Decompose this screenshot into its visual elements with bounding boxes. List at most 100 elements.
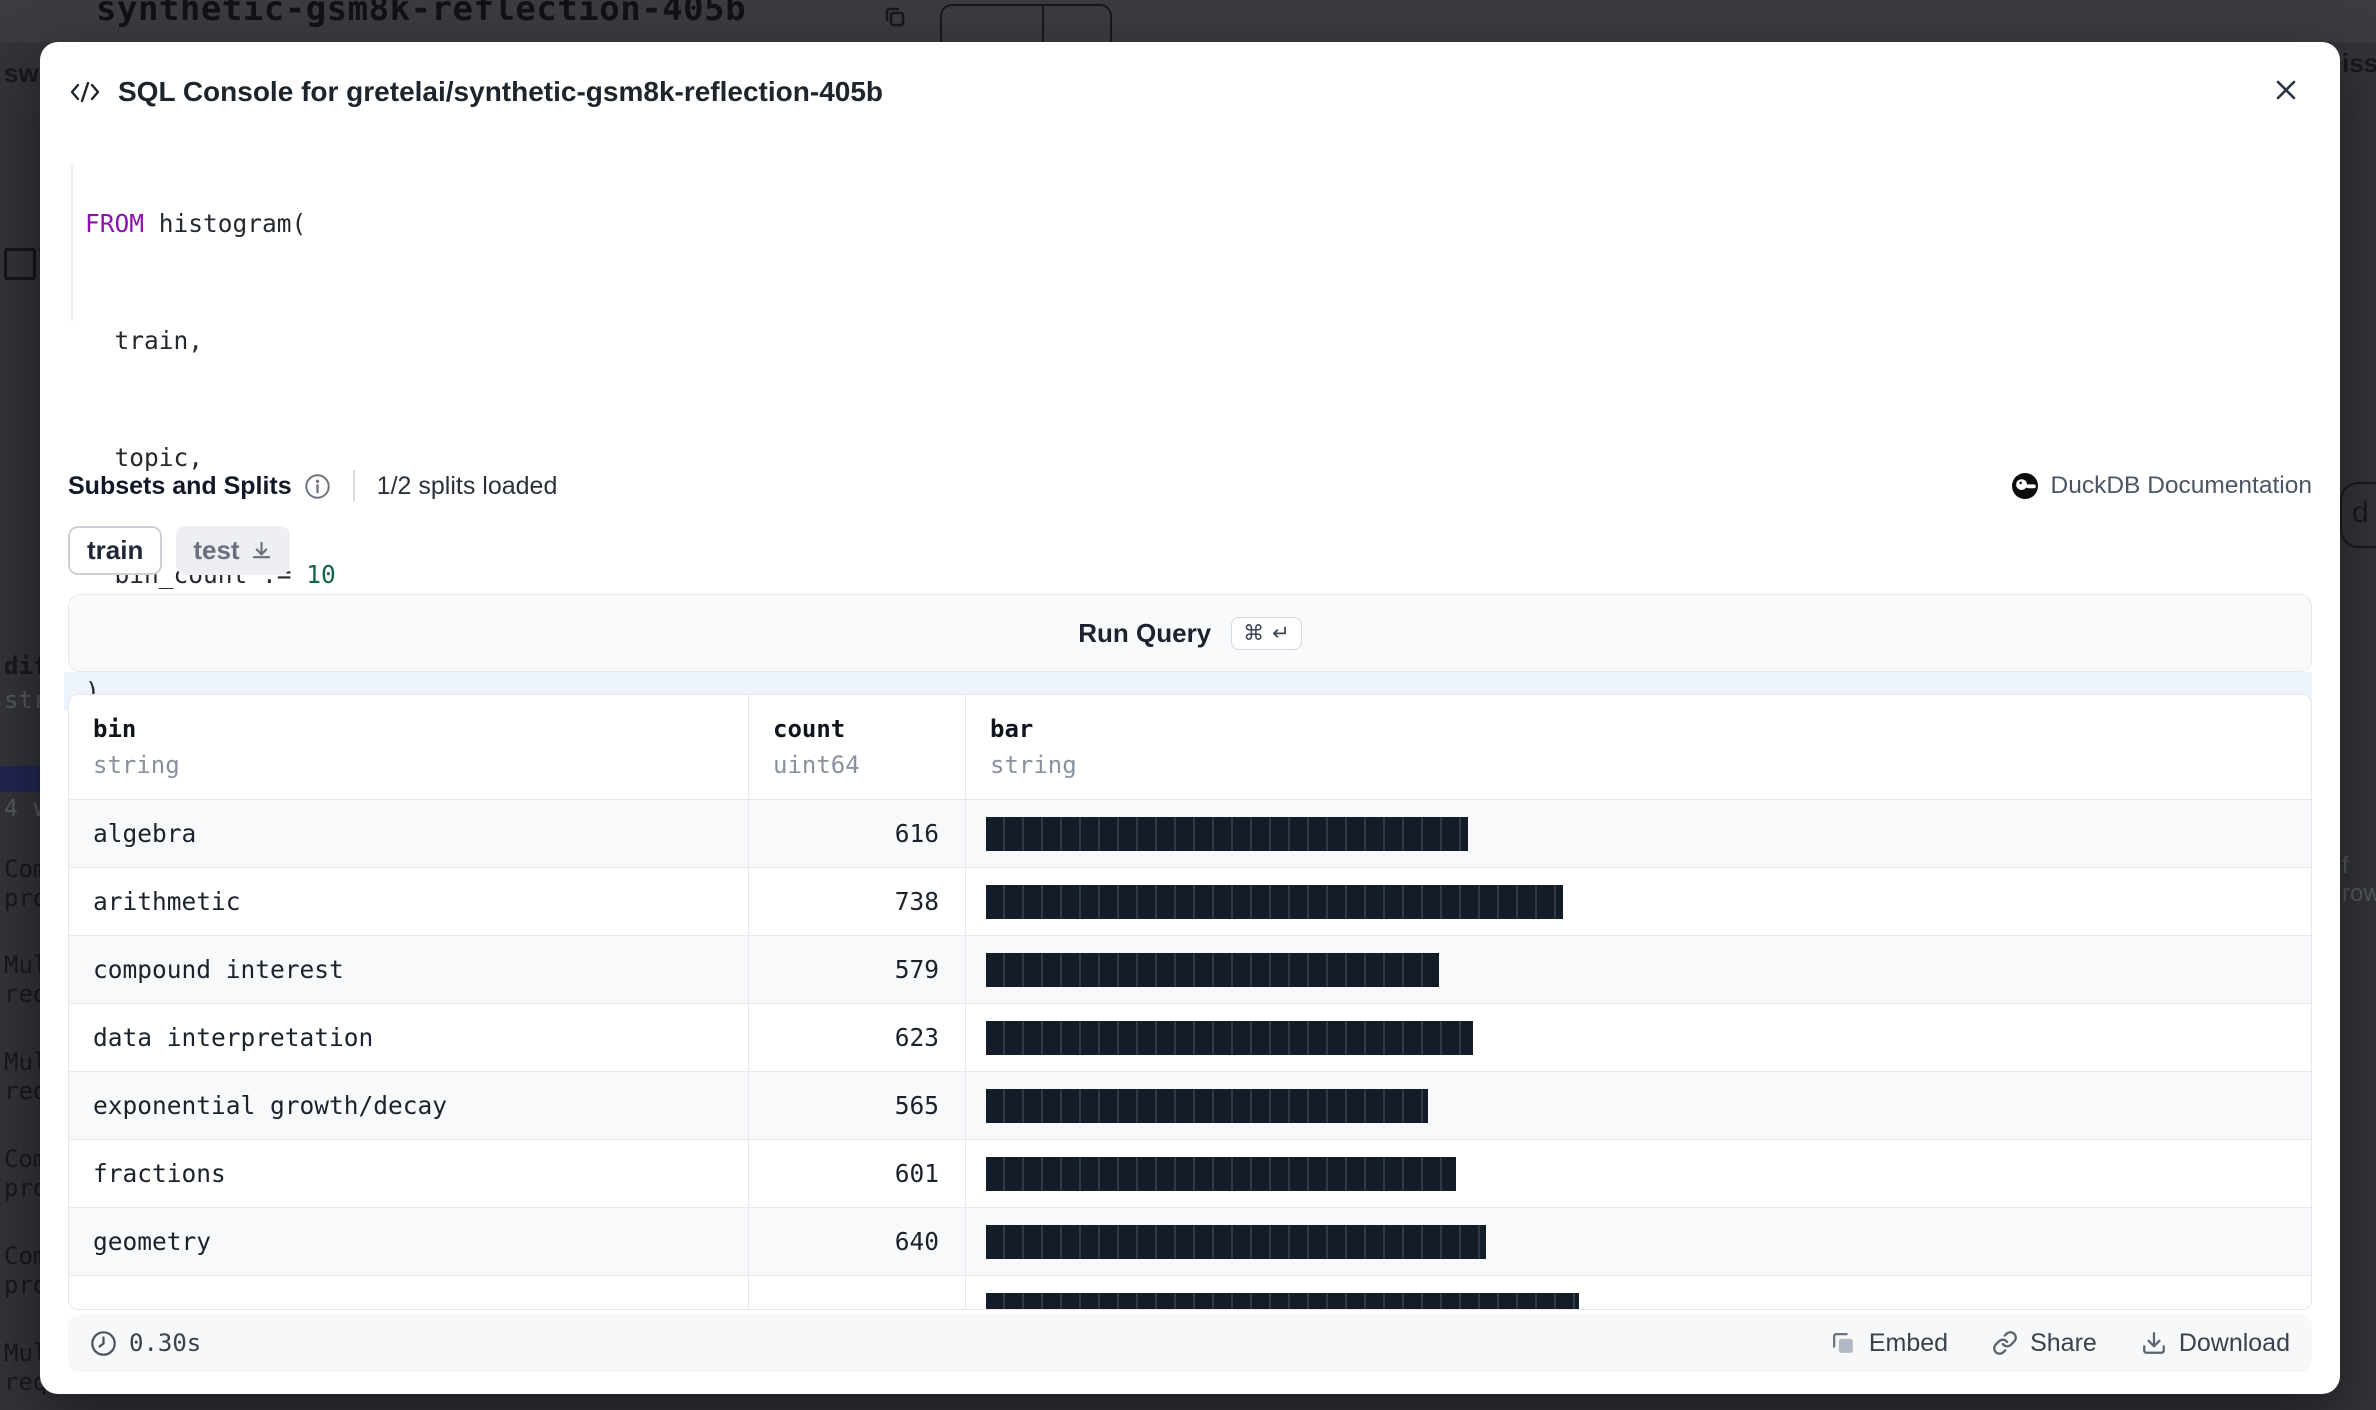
count-cell: 640: [749, 1208, 966, 1275]
bg-fragment-sw: sw: [4, 58, 39, 89]
bg-fragment-issa: issa: [2342, 48, 2376, 79]
bar-cell: [966, 1208, 2311, 1275]
footer-actions: Embed Share Download: [1830, 1329, 2290, 1358]
link-icon: [1992, 1330, 2018, 1356]
count-cell: [749, 1276, 966, 1310]
download-icon: [2141, 1330, 2167, 1356]
table-row[interactable]: compound interest579: [69, 935, 2311, 1003]
sql-line: FROM histogram(: [64, 204, 2312, 243]
embed-label: Embed: [1869, 1329, 1948, 1358]
bin-cell: exponential growth/decay: [69, 1072, 749, 1139]
run-query-button[interactable]: Run Query ⌘ ↵: [68, 594, 2312, 672]
split-buttons: train test: [68, 526, 290, 575]
cmd-key: ⌘: [1243, 621, 1264, 646]
bar-cell: [966, 868, 2311, 935]
table-row[interactable]: fractions601: [69, 1139, 2311, 1207]
bar-cell: [966, 800, 2311, 867]
vertical-divider: [353, 470, 355, 502]
run-query-label: Run Query: [1078, 618, 1211, 649]
histogram-bar: [986, 953, 1439, 987]
keyboard-shortcut-badge: ⌘ ↵: [1231, 617, 1302, 650]
duckdb-doc-link[interactable]: DuckDB Documentation: [2011, 472, 2312, 500]
results-footer: 0.30s Embed Share: [68, 1314, 2312, 1372]
bar-cell: [966, 1072, 2311, 1139]
split-test-button[interactable]: test: [176, 526, 289, 575]
splits-row: Subsets and Splits 1/2 splits loaded Duc…: [68, 466, 2312, 506]
sql-console-modal: SQL Console for gretelai/synthetic-gsm8k…: [40, 42, 2340, 1394]
histogram-bar: [986, 1021, 1473, 1055]
bin-cell: [69, 1276, 749, 1310]
bg-fragment-d: d: [2352, 496, 2369, 530]
table-row[interactable]: data interpretation623: [69, 1003, 2311, 1071]
sql-line: train,: [64, 321, 2312, 360]
bin-cell: compound interest: [69, 936, 749, 1003]
table-row[interactable]: exponential growth/decay565: [69, 1071, 2311, 1139]
histogram-bar: [986, 1293, 1579, 1311]
code-brackets-icon: [68, 78, 102, 106]
count-cell: 623: [749, 1004, 966, 1071]
close-button[interactable]: [2266, 70, 2306, 110]
duckdb-doc-label: DuckDB Documentation: [2051, 472, 2312, 500]
bg-fragment-frow: f row: [2342, 852, 2376, 908]
page-root: synthetic-gsm8k-reflection-405b sw V dif…: [0, 0, 2376, 1410]
modal-header: SQL Console for gretelai/synthetic-gsm8k…: [68, 70, 2312, 114]
count-cell: 579: [749, 936, 966, 1003]
share-button[interactable]: Share: [1992, 1329, 2097, 1358]
query-duration: 0.30s: [90, 1329, 201, 1357]
clock-icon: [90, 1330, 117, 1357]
embed-button[interactable]: Embed: [1830, 1329, 1948, 1358]
duckdb-logo-icon: [2011, 472, 2039, 500]
count-cell: 565: [749, 1072, 966, 1139]
results-table: bin string count uint64 bar string algeb…: [68, 694, 2312, 1310]
table-row[interactable]: algebra616: [69, 800, 2311, 867]
copy-embed-icon: [1830, 1330, 1857, 1357]
sql-keyword: FROM: [85, 209, 144, 238]
splits-heading: Subsets and Splits: [68, 472, 292, 501]
modal-title: SQL Console for gretelai/synthetic-gsm8k…: [118, 76, 883, 108]
bar-cell: [966, 936, 2311, 1003]
like-pill-divider: [1042, 4, 1044, 42]
column-header-bin[interactable]: bin string: [69, 695, 749, 799]
histogram-bar: [986, 1225, 1486, 1259]
table-row[interactable]: [69, 1275, 2311, 1310]
sql-number: 10: [306, 560, 336, 589]
info-icon[interactable]: [304, 473, 331, 500]
column-name: count: [773, 715, 965, 743]
split-train-button[interactable]: train: [68, 526, 162, 575]
sql-line: bin_count := 10: [64, 555, 2312, 594]
bar-cell: [966, 1004, 2311, 1071]
table-body: algebra616arithmetic738compound interest…: [69, 800, 2311, 1310]
download-label: Download: [2179, 1329, 2290, 1358]
sql-text: histogram(: [144, 209, 306, 238]
count-cell: 616: [749, 800, 966, 867]
histogram-bar: [986, 1157, 1456, 1191]
bin-cell: fractions: [69, 1140, 749, 1207]
bin-cell: data interpretation: [69, 1004, 749, 1071]
bin-cell: arithmetic: [69, 868, 749, 935]
share-label: Share: [2030, 1329, 2097, 1358]
column-type: string: [93, 751, 748, 779]
histogram-bar: [986, 885, 1563, 919]
download-icon: [250, 539, 273, 562]
copy-icon: [884, 6, 906, 28]
like-pill-fragment: [940, 4, 1112, 42]
column-type: uint64: [773, 751, 965, 779]
table-header: bin string count uint64 bar string: [69, 695, 2311, 800]
column-name: bin: [93, 715, 748, 743]
bin-cell: geometry: [69, 1208, 749, 1275]
column-header-bar[interactable]: bar string: [966, 695, 2311, 799]
sql-indent-guide: [71, 165, 73, 321]
sql-editor[interactable]: FROM histogram( train, topic, bin_count …: [64, 126, 2312, 789]
bar-cell: [966, 1276, 2311, 1310]
table-row[interactable]: arithmetic738: [69, 867, 2311, 935]
column-name: bar: [990, 715, 2311, 743]
background-topbar: synthetic-gsm8k-reflection-405b: [0, 0, 2376, 42]
table-row[interactable]: geometry640: [69, 1207, 2311, 1275]
column-header-count[interactable]: count uint64: [749, 695, 966, 799]
splits-status: 1/2 splits loaded: [377, 472, 558, 501]
duration-value: 0.30s: [129, 1329, 201, 1357]
column-type: string: [990, 751, 2311, 779]
bin-cell: algebra: [69, 800, 749, 867]
bar-cell: [966, 1140, 2311, 1207]
download-button[interactable]: Download: [2141, 1329, 2290, 1358]
